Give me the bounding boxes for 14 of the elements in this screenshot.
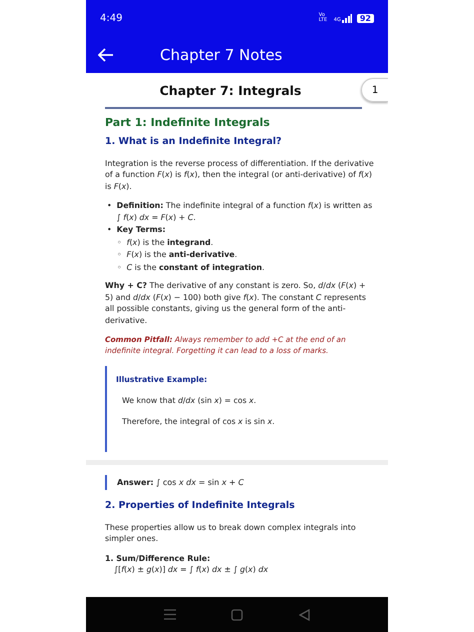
section-heading: 1. What is an Indefinite Integral? xyxy=(105,136,283,148)
clock: 4:49 xyxy=(100,12,122,24)
battery-level: 92 xyxy=(356,14,374,22)
answer-note: Answer: ∫ cos x dx = sin x + C xyxy=(105,474,374,490)
signal-icon xyxy=(342,14,352,22)
app-bar-title: Chapter 7 Notes xyxy=(160,46,282,64)
back-icon[interactable] xyxy=(299,608,310,620)
back-arrow-icon[interactable] xyxy=(98,48,114,62)
page-number: 1 xyxy=(361,78,388,102)
part-heading: Part 1: Indefinite Integrals xyxy=(105,116,271,128)
home-icon[interactable] xyxy=(231,608,244,620)
menu-icon[interactable] xyxy=(164,609,176,620)
section-heading: 2. Properties of Indefinite Integrals xyxy=(105,500,296,512)
page-title: Chapter 7: Integrals xyxy=(158,82,302,98)
